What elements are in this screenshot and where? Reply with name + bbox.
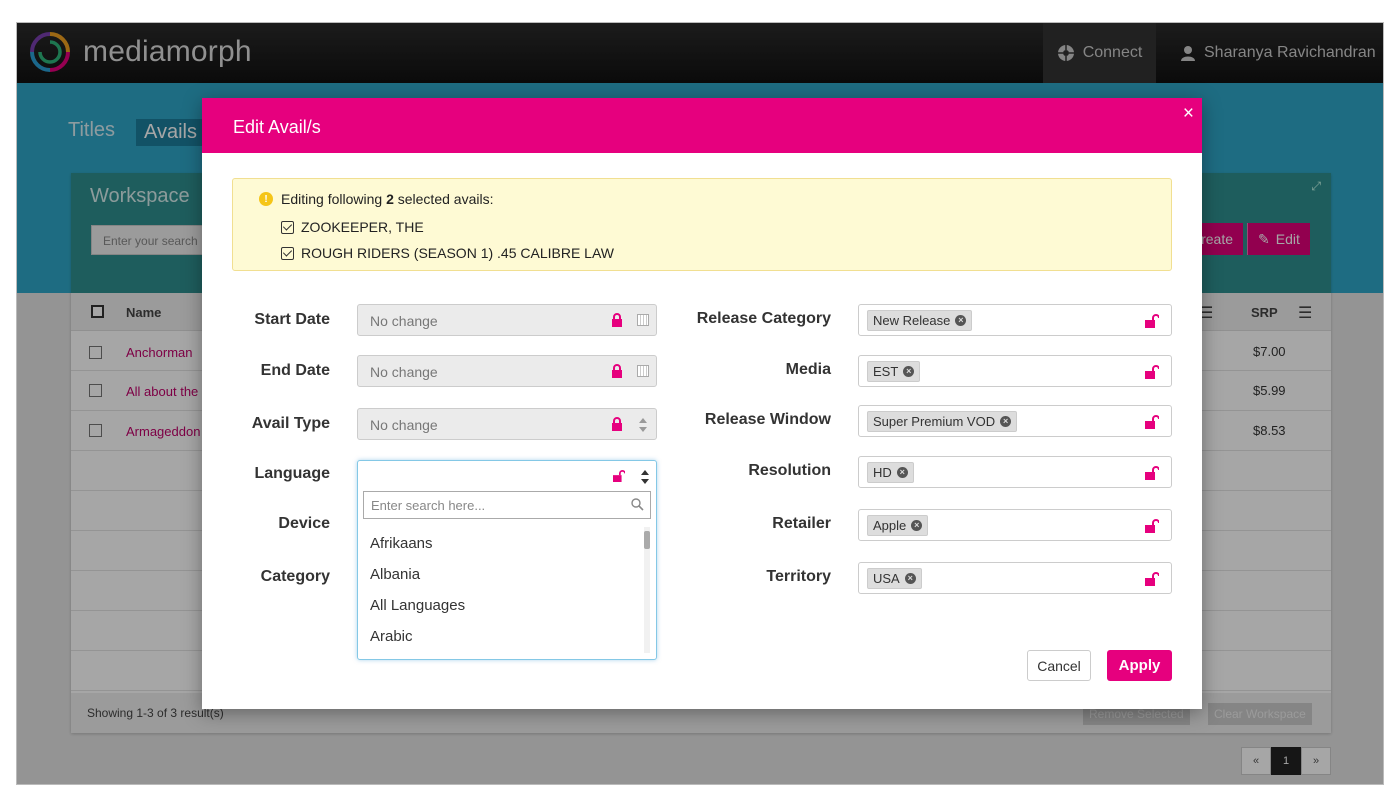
remove-tag-icon[interactable]: × — [903, 366, 915, 377]
unlock-icon[interactable] — [1145, 572, 1159, 586]
release-window-field[interactable]: Super Premium VOD × — [858, 405, 1172, 437]
language-select[interactable]: Enter search here... Afrikaans Albania A… — [357, 460, 657, 660]
language-option[interactable]: All Languages — [370, 597, 465, 614]
modal-header: Edit Avail/s × — [202, 98, 1202, 153]
unlock-icon[interactable] — [1145, 519, 1159, 533]
start-date-label: Start Date — [254, 311, 330, 328]
modal-title: Edit Avail/s — [233, 117, 321, 137]
tag-label: HD — [873, 465, 892, 480]
tag-chip: New Release × — [867, 310, 973, 331]
selected-avail: ROUGH RIDERS (SEASON 1) .45 CALIBRE LAW — [301, 245, 614, 261]
language-label: Language — [254, 465, 330, 482]
start-date-field[interactable]: No change — [357, 304, 657, 336]
selected-avail: ZOOKEEPER, THE — [301, 219, 424, 235]
edit-avails-modal: Edit Avail/s × ! Editing following 2 sel… — [202, 98, 1202, 709]
unlock-icon[interactable] — [1145, 365, 1159, 379]
notice-suffix: selected avails: — [397, 191, 494, 207]
notice-prefix: Editing following — [281, 191, 383, 207]
resolution-field[interactable]: HD × — [858, 456, 1172, 488]
tag-label: USA — [873, 571, 900, 586]
tag-label: New Release — [873, 313, 951, 328]
search-icon — [631, 498, 644, 511]
tag-chip: USA × — [867, 568, 922, 589]
remove-tag-icon[interactable]: × — [1000, 416, 1012, 427]
notice-heading: ! Editing following 2 selected avails: — [259, 191, 493, 207]
end-date-value: No change — [370, 364, 438, 380]
territory-label: Territory — [766, 568, 831, 585]
release-category-field[interactable]: New Release × — [858, 304, 1172, 336]
close-icon[interactable]: × — [1183, 103, 1194, 125]
avail-type-label: Avail Type — [251, 415, 330, 432]
tag-chip: EST × — [867, 361, 921, 382]
apply-button[interactable]: Apply — [1107, 650, 1172, 681]
remove-tag-icon[interactable]: × — [955, 315, 967, 326]
unlock-icon[interactable] — [1145, 415, 1159, 429]
resolution-label: Resolution — [748, 462, 831, 479]
language-option[interactable]: Arabic — [370, 628, 413, 645]
language-search-placeholder: Enter search here... — [371, 498, 486, 513]
retailer-field[interactable]: Apple × — [858, 509, 1172, 541]
release-window-label: Release Window — [704, 411, 831, 428]
tag-chip: Super Premium VOD × — [867, 411, 1018, 432]
warning-icon: ! — [259, 192, 273, 206]
remove-tag-icon[interactable]: × — [896, 467, 908, 478]
territory-field[interactable]: USA × — [858, 562, 1172, 594]
checkbox-checked-icon — [281, 246, 294, 260]
remove-tag-icon[interactable]: × — [904, 573, 916, 584]
avail-type-value: No change — [370, 417, 438, 433]
end-date-field[interactable]: No change — [357, 355, 657, 387]
category-label: Category — [260, 568, 330, 585]
tag-label: Super Premium VOD — [873, 414, 996, 429]
lock-icon[interactable] — [611, 417, 623, 431]
remove-tag-icon[interactable]: × — [911, 520, 923, 531]
tag-chip: Apple × — [867, 515, 929, 536]
selection-notice: ! Editing following 2 selected avails: Z… — [232, 178, 1172, 271]
dropdown-scroll-thumb[interactable] — [644, 531, 650, 549]
list-item: ROUGH RIDERS (SEASON 1) .45 CALIBRE LAW — [281, 245, 614, 261]
release-category-label: Release Category — [696, 310, 831, 327]
retailer-label: Retailer — [772, 515, 831, 532]
start-date-value: No change — [370, 313, 438, 329]
lock-icon[interactable] — [611, 313, 623, 327]
language-option[interactable]: Albania — [370, 566, 420, 583]
cancel-button[interactable]: Cancel — [1027, 650, 1091, 681]
list-item: ZOOKEEPER, THE — [281, 219, 424, 235]
notice-count: 2 — [386, 191, 394, 207]
media-field[interactable]: EST × — [858, 355, 1172, 387]
checkbox-checked-icon — [281, 220, 294, 234]
unlock-icon[interactable] — [1145, 314, 1159, 328]
language-option[interactable]: Afrikaans — [370, 535, 433, 552]
lock-icon[interactable] — [611, 364, 623, 378]
end-date-label: End Date — [260, 362, 330, 379]
device-label: Device — [278, 515, 330, 532]
unlock-icon[interactable] — [1145, 466, 1159, 480]
language-search-input[interactable]: Enter search here... — [363, 491, 651, 519]
tag-label: EST — [873, 364, 899, 379]
tag-label: Apple — [873, 518, 907, 533]
unlock-icon[interactable] — [613, 469, 625, 483]
tag-chip: HD × — [867, 462, 914, 483]
media-label: Media — [785, 361, 831, 378]
avail-type-select[interactable]: No change — [357, 408, 657, 440]
app-window: mediamorph Connect Sharanya Ravichandran… — [16, 22, 1384, 785]
